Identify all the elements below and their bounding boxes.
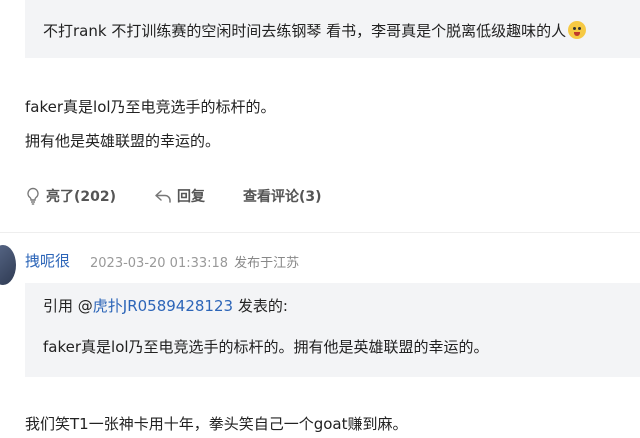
quoted-post-text-row: 不打rank 不打训练赛的空闲时间去练钢琴 看书，李哥真是个脱离低级趣味的人 (43, 20, 587, 41)
emoji-icon (568, 21, 587, 39)
reply-arrow-icon (155, 190, 171, 203)
reply-body: 我们笑T1一张神卡用十年，拳头笑自己一个goat赚到麻。 (25, 415, 408, 433)
reply-location: 发布于江苏 (234, 256, 300, 271)
view-comments-label: 查看评论(3) (243, 189, 322, 205)
reply-label: 回复 (177, 189, 206, 205)
quoted-post-text: 不打rank 不打训练赛的空闲时间去练钢琴 看书，李哥真是个脱离低级趣味的人 (43, 22, 567, 40)
lightbulb-icon (27, 187, 39, 205)
like-button[interactable]: 亮了(202) (25, 186, 116, 206)
reply-username[interactable]: 拽呢很 (25, 250, 70, 271)
post-actions: 亮了(202) 回复 查看评论(3) (25, 186, 360, 206)
quoted-post-block: 不打rank 不打训练赛的空闲时间去练钢琴 看书，李哥真是个脱离低级趣味的人 (25, 0, 640, 58)
like-label: 亮了(202) (46, 189, 117, 205)
reply-timestamp: 2023-03-20 01:33:18 (90, 256, 229, 271)
view-comments-button[interactable]: 查看评论(3) (243, 186, 322, 206)
quote-suffix: 发表的: (233, 297, 288, 315)
quote-header: 引用 @虎扑JR0589428123 发表的: (43, 295, 288, 316)
divider (0, 232, 640, 233)
reply-button[interactable]: 回复 (154, 186, 205, 206)
avatar[interactable] (0, 245, 16, 285)
post-line-2: 拥有他是英雄联盟的幸运的。 (25, 132, 221, 150)
quote-prefix: 引用 @ (43, 297, 93, 315)
reply-quote-block: 引用 @虎扑JR0589428123 发表的: faker真是lol乃至电竞选手… (25, 283, 640, 377)
quote-author-link[interactable]: 虎扑JR0589428123 (93, 297, 233, 315)
reply-meta: 2023-03-20 01:33:18 发布于江苏 (90, 252, 299, 271)
quote-text: faker真是lol乃至电竞选手的标杆的。拥有他是英雄联盟的幸运的。 (43, 338, 489, 356)
post-line-1: faker真是lol乃至电竞选手的标杆的。 (25, 98, 276, 116)
